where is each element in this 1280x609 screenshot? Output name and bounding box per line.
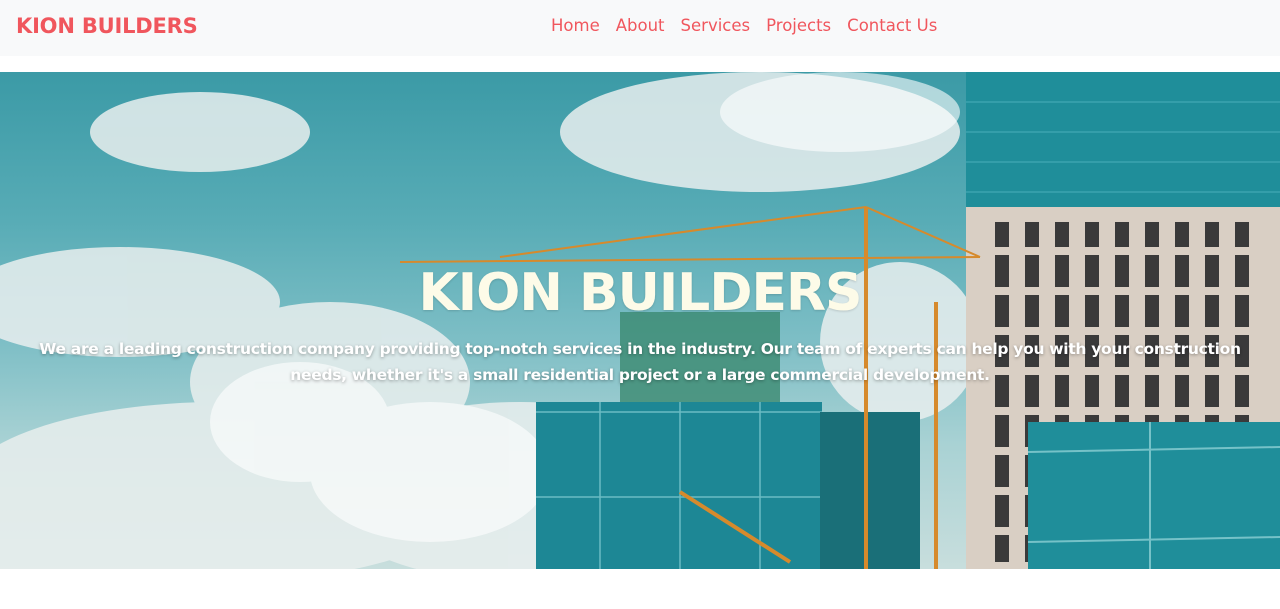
navbar: KION BUILDERS Home About Services Projec…	[0, 0, 1280, 56]
nav-item-home: Home	[551, 14, 616, 38]
brand-logo-link[interactable]: KION BUILDERS	[16, 12, 198, 40]
nav-link-projects[interactable]: Projects	[766, 14, 831, 38]
nav-links: Home About Services Projects Contact Us	[551, 14, 953, 38]
nav-link-contact[interactable]: Contact Us	[847, 14, 937, 38]
nav-link-home[interactable]: Home	[551, 14, 600, 38]
hero-title: KION BUILDERS	[418, 263, 863, 323]
nav-item-contact: Contact Us	[847, 14, 953, 38]
nav-link-services[interactable]: Services	[681, 14, 751, 38]
nav-item-about: About	[616, 14, 681, 38]
hero-section: KION BUILDERS We are a leading construct…	[0, 72, 1280, 569]
hero-description: We are a leading construction company pr…	[39, 340, 1241, 384]
nav-item-services: Services	[681, 14, 767, 38]
nav-item-projects: Projects	[766, 14, 847, 38]
nav-link-about[interactable]: About	[616, 14, 665, 38]
